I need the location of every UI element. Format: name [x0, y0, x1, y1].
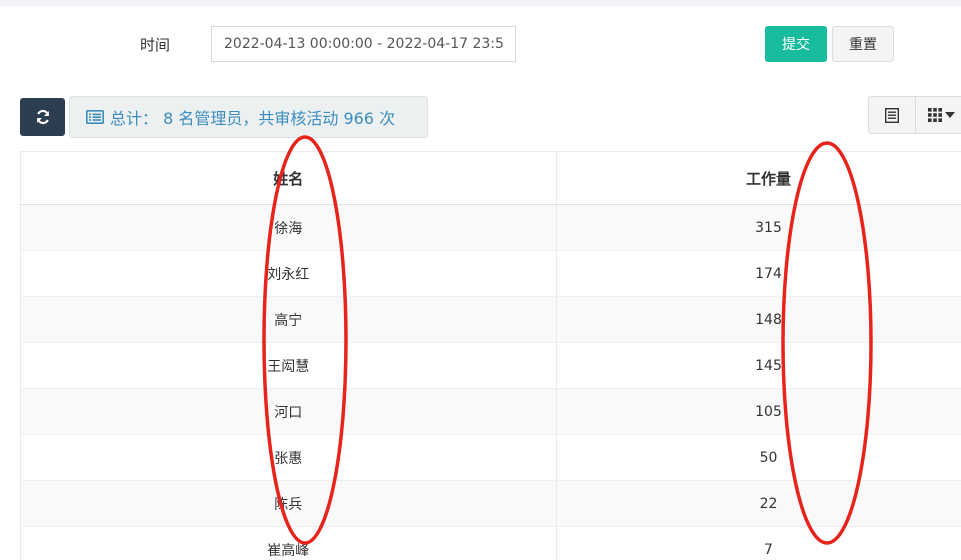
table-row: 陈兵 22 [21, 480, 961, 527]
table-row: 刘永红 174 [21, 250, 961, 297]
top-strip [0, 0, 961, 6]
cell-workload: 22 [556, 480, 961, 527]
summary-text: 总计： 8 名管理员，共审核活动 966 次 [110, 109, 396, 128]
cell-name: 刘永红 [21, 250, 557, 297]
column-header-workload[interactable]: 工作量 [556, 152, 961, 205]
cell-name: 张惠 [21, 434, 557, 481]
cell-workload: 105 [556, 388, 961, 435]
column-header-name[interactable]: 姓名 [21, 152, 557, 205]
cell-name: 高宁 [21, 296, 557, 343]
toggle-view-button[interactable] [869, 97, 916, 133]
summary-badge: 总计： 8 名管理员，共审核活动 966 次 [69, 96, 428, 138]
cell-name: 王闳慧 [21, 342, 557, 389]
caret-down-icon [944, 112, 955, 118]
table-row: 王闳慧 145 [21, 342, 961, 389]
table-row: 高宁 148 [21, 296, 961, 343]
time-label: 时间 [140, 36, 171, 54]
table-tools [868, 96, 961, 134]
table-row: 徐海 315 [21, 204, 961, 251]
table-row: 张惠 50 [21, 434, 961, 481]
table-row: 河口 105 [21, 388, 961, 435]
list-view-icon [884, 107, 899, 123]
cell-workload: 174 [556, 250, 961, 297]
time-range-input[interactable] [211, 26, 516, 62]
refresh-icon [36, 109, 49, 125]
cell-workload: 50 [556, 434, 961, 481]
workload-table: 姓名 工作量 徐海 315 刘永红 174 高宁 148 王闳慧 145 河口 … [20, 151, 961, 560]
columns-dropdown-button[interactable] [916, 97, 961, 133]
submit-button[interactable]: 提交 [765, 26, 827, 62]
table-row: 崔高峰 7 [21, 526, 961, 560]
list-icon [86, 110, 104, 124]
cell-workload: 7 [556, 526, 961, 560]
cell-name: 陈兵 [21, 480, 557, 527]
cell-workload: 315 [556, 204, 961, 251]
cell-name: 河口 [21, 388, 557, 435]
cell-name: 徐海 [21, 204, 557, 251]
cell-workload: 148 [556, 296, 961, 343]
admin-workload-page: 时间 提交 重置 总计： 8 名管理员，共审核活动 966 次 [0, 0, 961, 560]
refresh-button[interactable] [20, 98, 65, 136]
cell-name: 崔高峰 [21, 526, 557, 560]
reset-button[interactable]: 重置 [832, 26, 894, 62]
table-header-row: 姓名 工作量 [21, 152, 961, 205]
cell-workload: 145 [556, 342, 961, 389]
grid-icon [927, 108, 942, 122]
